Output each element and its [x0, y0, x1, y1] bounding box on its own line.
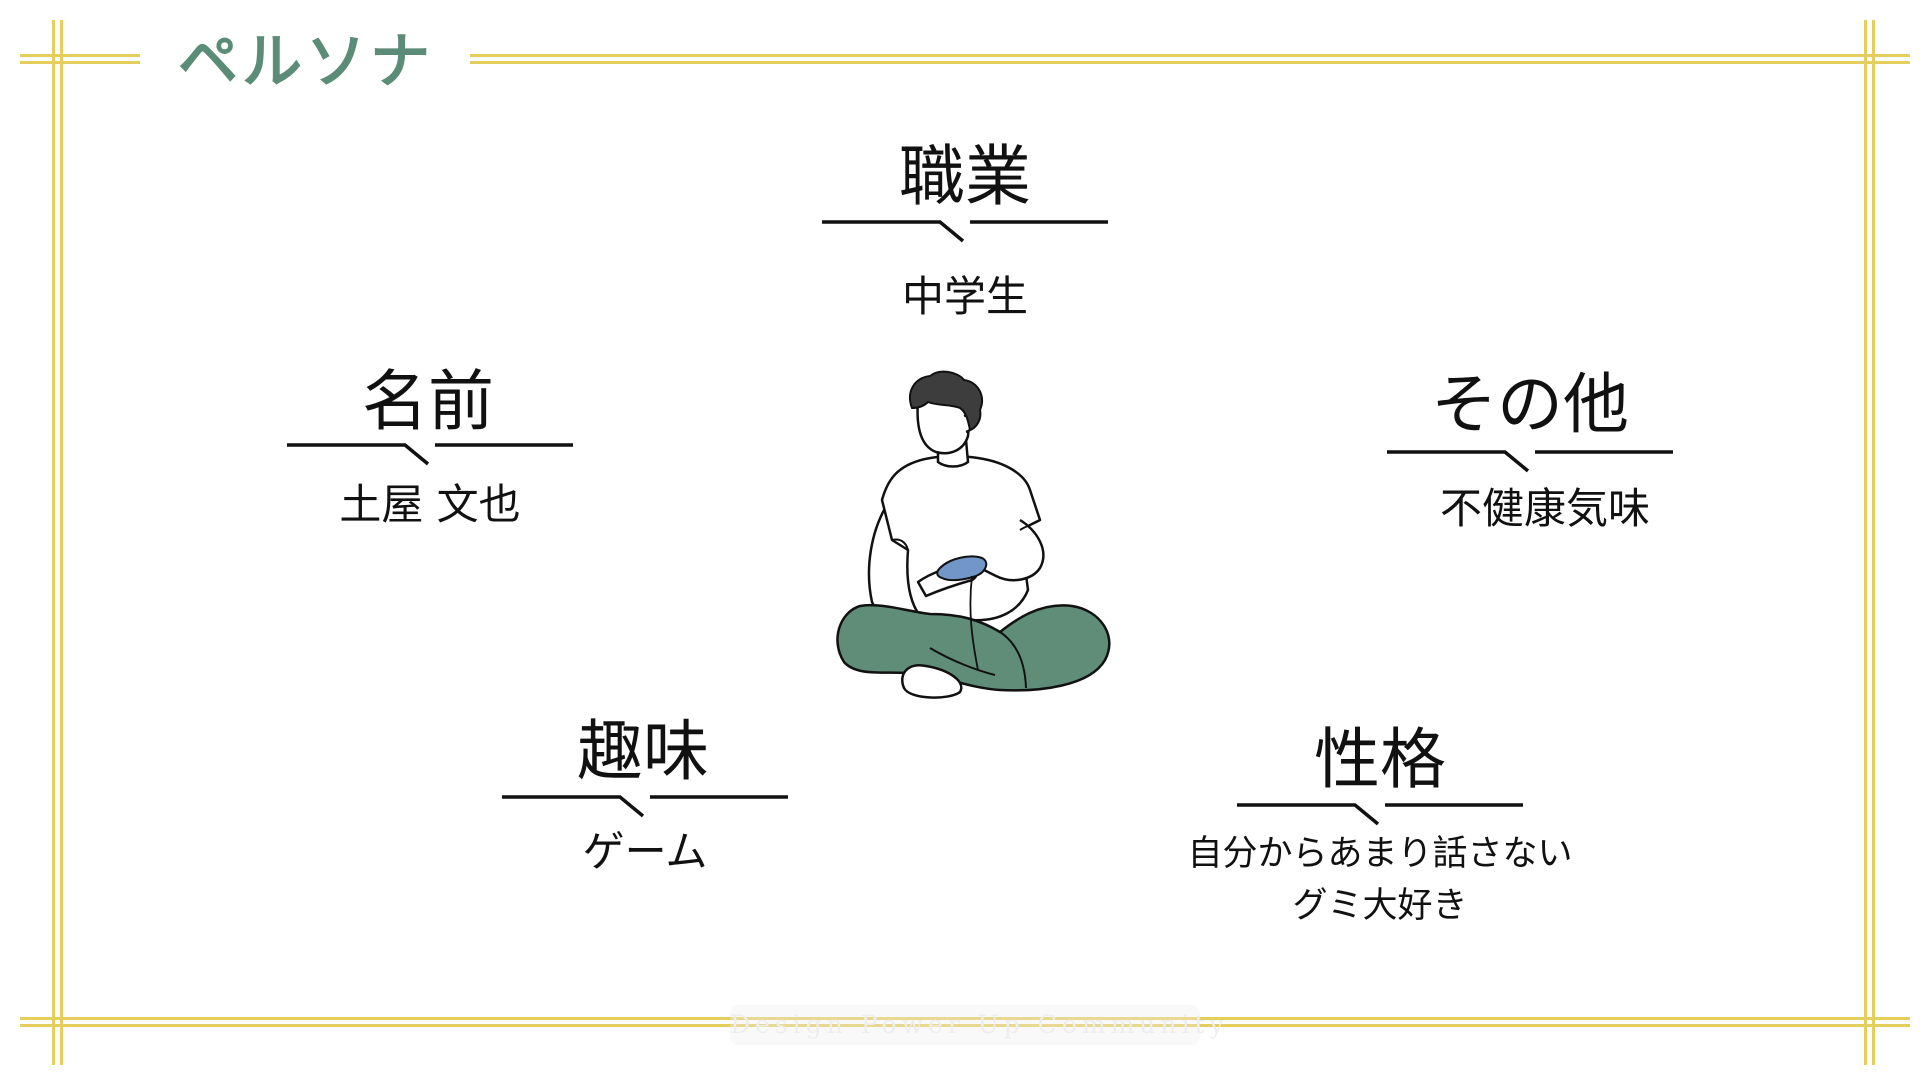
job-value: 中学生 [901, 272, 1028, 321]
watermark: Design Power Up Community [730, 1005, 1224, 1045]
hobby-callout-line [500, 792, 790, 818]
person-gaming-illustration [800, 370, 1130, 710]
other-callout-line [1385, 447, 1675, 473]
frame-top-line-2 [20, 61, 140, 64]
frame-right-line-1 [1864, 20, 1867, 1065]
hobby-value: ゲーム [582, 827, 708, 876]
job-label: 職業 [899, 138, 1031, 215]
other-value: 不健康気味 [1439, 484, 1650, 533]
frame-left-line-2 [60, 20, 63, 1065]
name-label: 名前 [362, 363, 494, 440]
persona-slide: ペルソナ 職業 中学生 名前 土屋 文也 その他 不健康気味 趣味 ゲーム 性格… [0, 0, 1920, 1080]
frame-top-line-4 [470, 61, 1910, 64]
personality-value-1: 自分からあまり話さない [1187, 834, 1573, 874]
frame-top-line-3 [470, 54, 1910, 57]
personality-callout-line [1235, 800, 1525, 826]
job-callout-line [820, 217, 1110, 243]
name-value: 土屋 文也 [339, 480, 521, 529]
frame-top-line-1 [20, 54, 140, 57]
page-title: ペルソナ [178, 27, 434, 97]
other-label: その他 [1431, 366, 1629, 443]
hobby-label: 趣味 [577, 713, 709, 790]
frame-left-line-1 [52, 20, 55, 1065]
frame-right-line-2 [1872, 20, 1875, 1065]
name-callout-line [285, 440, 575, 466]
personality-value-2: グミ大好き [1292, 886, 1468, 926]
personality-label: 性格 [1314, 721, 1446, 798]
